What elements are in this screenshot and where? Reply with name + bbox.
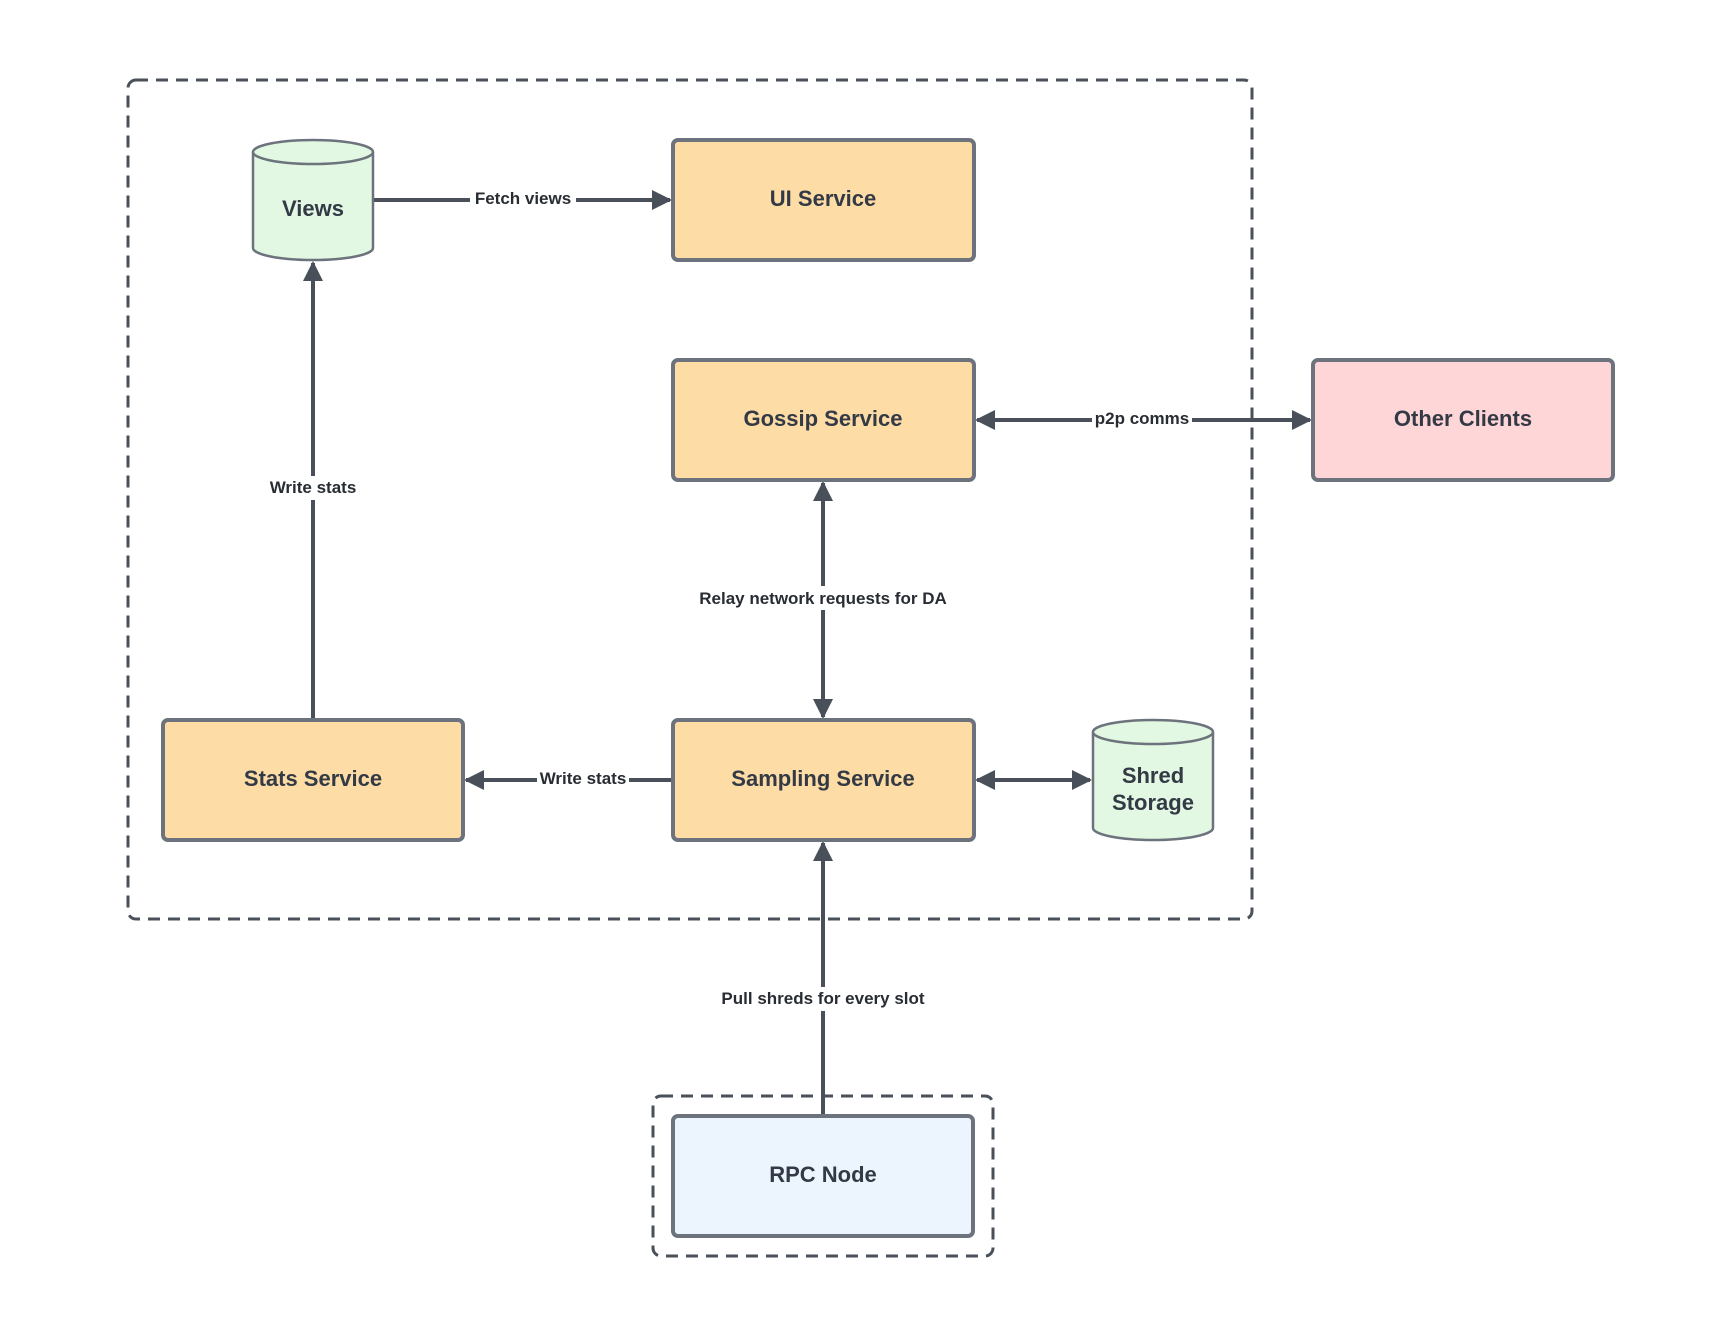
edge-p2p-comms: p2p comms [975, 409, 1312, 431]
node-label-ui-service: UI Service [770, 186, 876, 211]
node-label-sampling-service: Sampling Service [731, 766, 914, 791]
node-label-views: Views [282, 196, 344, 221]
node-shred-storage[interactable]: Shred Storage [1091, 718, 1215, 842]
node-other-clients[interactable]: Other Clients [1311, 358, 1615, 482]
node-views[interactable]: Views [251, 138, 375, 262]
edge-pull-shreds: Pull shreds for every slot [712, 841, 934, 1116]
node-gossip-service[interactable]: Gossip Service [671, 358, 976, 482]
node-rpc-node[interactable]: RPC Node [671, 1114, 975, 1238]
node-label-other-clients: Other Clients [1394, 406, 1532, 431]
edge-fetch-views: Fetch views [373, 188, 672, 210]
edge-label-fetch-views: Fetch views [475, 189, 571, 208]
edge-write-stats-views: Write stats [264, 261, 362, 720]
edge-label-write-stats-views: Write stats [270, 478, 357, 497]
node-label-shred-storage-line2: Storage [1112, 790, 1194, 815]
node-label-gossip-service: Gossip Service [744, 406, 903, 431]
edge-label-write-stats-sampling: Write stats [540, 769, 627, 788]
edge-relay: Relay network requests for DA [690, 481, 956, 719]
architecture-diagram: Fetch views p2p comms Relay network requ… [126, 78, 1615, 1258]
edge-label-pull-shreds: Pull shreds for every slot [721, 989, 924, 1008]
node-label-rpc-node: RPC Node [769, 1162, 877, 1187]
node-label-stats-service: Stats Service [244, 766, 382, 791]
edge-label-p2p-comms: p2p comms [1095, 409, 1189, 428]
node-label-shred-storage-line1: Shred [1122, 763, 1184, 788]
edge-label-relay: Relay network requests for DA [699, 589, 947, 608]
node-stats-service[interactable]: Stats Service [161, 718, 465, 842]
node-sampling-service[interactable]: Sampling Service [671, 718, 976, 842]
node-ui-service[interactable]: UI Service [671, 138, 976, 262]
edge-write-stats-sampling: Write stats [464, 769, 673, 791]
